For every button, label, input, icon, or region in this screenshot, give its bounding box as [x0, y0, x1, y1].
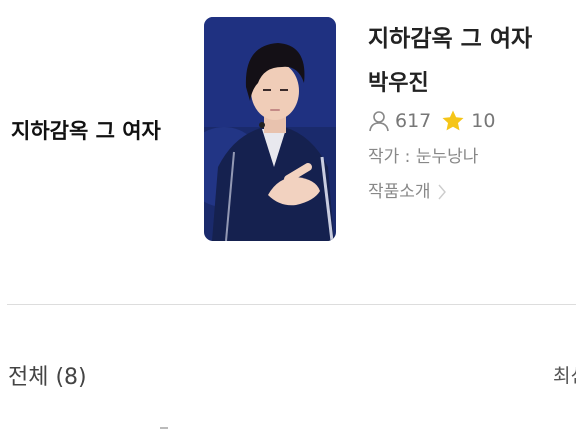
- work-intro-label: 작품소개: [368, 182, 431, 202]
- writer-line: 작가 : 눈누낭나: [368, 147, 479, 167]
- rating-value: 10: [471, 110, 496, 132]
- view-count: 617: [395, 110, 432, 132]
- work-title: 지하감옥 그 여자: [368, 26, 533, 52]
- chevron-right-icon: [438, 184, 446, 200]
- novel-detail-page: 지하감옥 그 여자 지하감옥 그 여자 박우진 617 10 작가: 눈누낭나…: [0, 0, 576, 432]
- person-icon: [369, 111, 389, 132]
- list-item-edge: [160, 427, 168, 432]
- cover-illustration: [204, 17, 336, 241]
- work-info: 지하감옥 그 여자 박우진 617 10 작가 : 눈누낭나 작품소개: [368, 22, 576, 205]
- side-title: 지하감옥 그 여자: [11, 119, 161, 143]
- sort-toggle[interactable]: 최신: [553, 361, 576, 388]
- work-stats: 617 10: [368, 108, 576, 134]
- work-intro-link[interactable]: 작품소개: [368, 179, 576, 205]
- chapter-count-header: 전체 (8): [8, 365, 87, 390]
- section-divider: [7, 304, 576, 305]
- star-icon: [442, 110, 464, 131]
- author-name[interactable]: 박우진: [368, 68, 576, 100]
- cover-image[interactable]: [204, 17, 336, 241]
